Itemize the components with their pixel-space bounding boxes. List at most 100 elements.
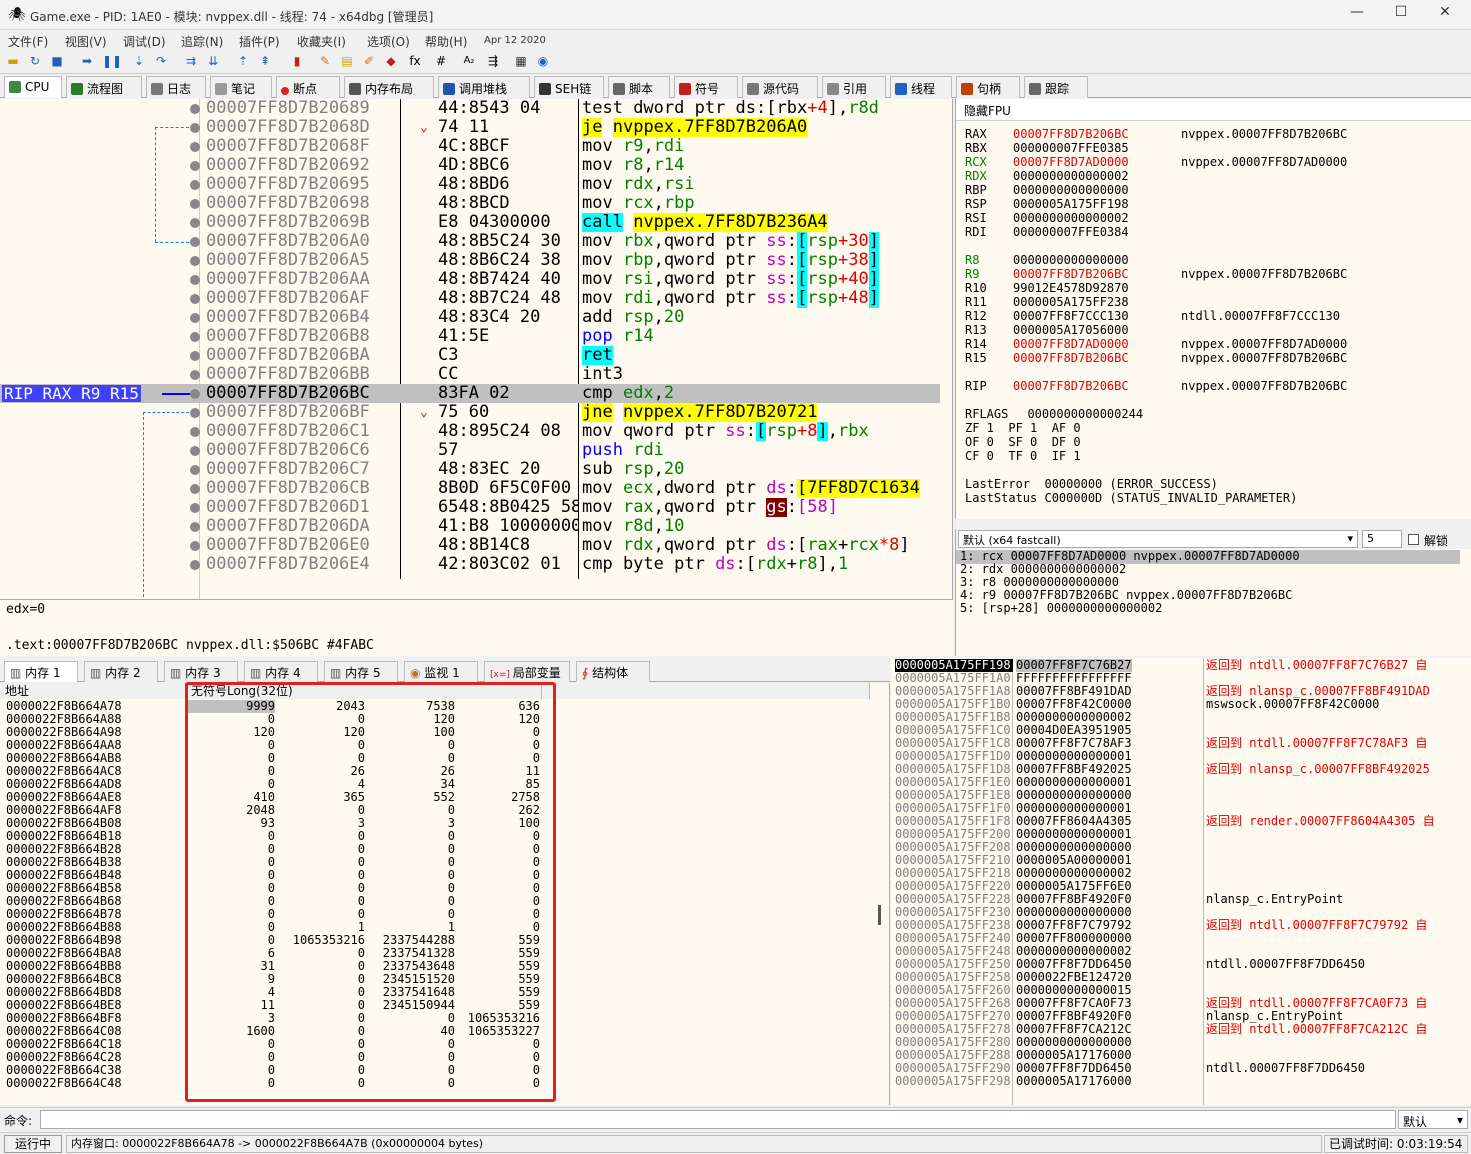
- register-value[interactable]: 99012E4578D92870: [1013, 281, 1129, 295]
- stack-row[interactable]: 0000005A175FF1F8 00007FF8604A4305 返回到 rend…: [891, 815, 1471, 828]
- breakpoint-dot[interactable]: [190, 560, 200, 570]
- breakpoint-dot[interactable]: [190, 237, 200, 247]
- minimize-button[interactable]: —: [1334, 4, 1380, 26]
- register-row[interactable]: RCX 00007FF8D7AD0000 nvppex.00007FF8D7AD00…: [965, 155, 1465, 169]
- disasm-row[interactable]: 00007FF8D7B206BA C3 ret: [0, 346, 952, 365]
- tab-cpu[interactable]: CPU: [4, 76, 62, 98]
- register-value[interactable]: 0000000000000244: [1013, 407, 1143, 421]
- execute-till-return-icon[interactable]: ⇊: [206, 54, 220, 68]
- tab-dump-1[interactable]: ▥ 内存 1: [4, 661, 78, 682]
- menu-favorites[interactable]: 收藏夹(I): [297, 33, 346, 50]
- tab-memory-map[interactable]: 内存布局: [344, 76, 434, 98]
- register-row[interactable]: [965, 239, 1465, 253]
- breakpoint-dot[interactable]: [190, 161, 200, 171]
- register-row[interactable]: RBP 0000000000000000: [965, 183, 1465, 197]
- hide-fpu-button[interactable]: 隐藏FPU: [956, 99, 1471, 121]
- tab-script[interactable]: 脚本: [608, 76, 670, 98]
- breakpoint-dot[interactable]: [190, 332, 200, 342]
- stack-row[interactable]: 0000005A175FF200 0000000000000001: [891, 828, 1471, 841]
- tab-source[interactable]: 源代码: [742, 76, 818, 98]
- stack-row[interactable]: 0000005A175FF268 00007FF8F7CA0F73 返回到 ntdl…: [891, 997, 1471, 1010]
- register-row[interactable]: RBX 000000007FFE0385: [965, 141, 1465, 155]
- flags-row[interactable]: CF 0 TF 0 IF 1: [965, 449, 1081, 463]
- breakpoint-dot[interactable]: [190, 465, 200, 475]
- disasm-row[interactable]: 00007FF8D7B20692 4D:8BC6 mov r8,r14: [0, 156, 952, 175]
- stack-row[interactable]: 0000005A175FF1D8 00007FF8BF492025 返回到 nlan…: [891, 763, 1471, 776]
- tab-trace[interactable]: 跟踪: [1024, 76, 1088, 98]
- disasm-row[interactable]: 00007FF8D7B206E4 42:803C02 01 cmp byte ptr…: [0, 555, 952, 574]
- stack-row[interactable]: 0000005A175FF220 0000005A175FF6E0: [891, 880, 1471, 893]
- register-value[interactable]: 00007FF8D7B206BC: [1013, 379, 1129, 393]
- tab-locals[interactable]: [x=] 局部变量: [484, 661, 570, 682]
- labels-icon[interactable]: ✐: [362, 54, 376, 68]
- stack-row[interactable]: 0000005A175FF280 0000000000000000: [891, 1036, 1471, 1049]
- pause-icon[interactable]: ❚❚: [102, 54, 122, 68]
- tab-struct[interactable]: ∮ 结构体: [576, 661, 650, 682]
- tab-dump-5[interactable]: ▥ 内存 5: [324, 661, 398, 682]
- breakpoint-dot[interactable]: [190, 503, 200, 513]
- breakpoint-dot[interactable]: [190, 104, 200, 114]
- register-value[interactable]: 00007FF8D7B206BC: [1013, 351, 1129, 365]
- unlock-checkbox[interactable]: [1408, 534, 1419, 545]
- register-row[interactable]: RDX 0000000000000002: [965, 169, 1465, 183]
- close-button[interactable]: ✕: [1422, 4, 1468, 26]
- register-value[interactable]: 000000007FFE0384: [1013, 225, 1129, 239]
- font-icon[interactable]: A₂: [462, 54, 476, 68]
- disasm-row[interactable]: 00007FF8D7B20698 48:8BCD mov rcx,rbp: [0, 194, 952, 213]
- register-value[interactable]: 000000007FFE0385: [1013, 141, 1129, 155]
- register-row[interactable]: R9 00007FF8D7B206BC nvppex.00007FF8D7B206B…: [965, 267, 1465, 281]
- run-icon[interactable]: ➡: [80, 54, 94, 68]
- register-value[interactable]: 0000000000000002: [1013, 211, 1129, 225]
- breakpoint-dot[interactable]: [190, 294, 200, 304]
- patch-icon[interactable]: ✎: [318, 54, 332, 68]
- tab-call-stack[interactable]: 调用堆栈: [438, 76, 530, 98]
- breakpoint-dot[interactable]: [190, 313, 200, 323]
- disassembly-view[interactable]: 00007FF8D7B20689 44:8543 04 test dword ptr…: [0, 99, 953, 599]
- register-row[interactable]: R12 00007FF8F7CCC130 ntdll.00007FF8F7CCC13…: [965, 309, 1465, 323]
- run-to-user-icon[interactable]: ⇉: [184, 54, 198, 68]
- register-row[interactable]: RAX 00007FF8D7B206BC nvppex.00007FF8D7B206…: [965, 127, 1465, 141]
- disasm-row[interactable]: 00007FF8D7B206BB CC int3: [0, 365, 952, 384]
- command-mode-select[interactable]: 默认 ▾: [1398, 1110, 1468, 1129]
- stack-row[interactable]: 0000005A175FF238 00007FF8F7C79792 返回到 ntdl…: [891, 919, 1471, 932]
- register-row[interactable]: R11 0000005A175FF238: [965, 295, 1465, 309]
- tab-log[interactable]: 日志: [146, 76, 206, 98]
- stack-row[interactable]: 0000005A175FF278 00007FF8F7CA212C 返回到 ntdl…: [891, 1023, 1471, 1036]
- breakpoint-dot[interactable]: [190, 275, 200, 285]
- trace-icon[interactable]: ▮: [290, 54, 304, 68]
- disasm-row[interactable]: 00007FF8D7B206A0 48:8B5C24 30 mov rbx,qwor…: [0, 232, 952, 251]
- register-value[interactable]: 0000000000000002: [1013, 169, 1129, 183]
- menu-plugins[interactable]: 插件(P): [239, 33, 280, 50]
- disasm-row[interactable]: 00007FF8D7B206AA 48:8B7424 40 mov rsi,qwor…: [0, 270, 952, 289]
- scrollbar-thumb[interactable]: [878, 905, 881, 925]
- stack-row[interactable]: 0000005A175FF290 00007FF8F7DD6450 ntdll.00…: [891, 1062, 1471, 1075]
- step-over-icon[interactable]: ↷: [154, 54, 168, 68]
- tab-threads[interactable]: 线程: [890, 76, 952, 98]
- stack-row[interactable]: 0000005A175FF1A8 00007FF8BF491DAD 返回到 nlan…: [891, 685, 1471, 698]
- calculator-icon[interactable]: ▦: [514, 54, 528, 68]
- menu-trace[interactable]: 追踪(N): [181, 33, 223, 50]
- disasm-row[interactable]: 00007FF8D7B206E0 48:8B14C8 mov rdx,qword p…: [0, 536, 952, 555]
- register-value[interactable]: 00007FF8D7AD0000: [1013, 155, 1129, 169]
- tab-breakpoints[interactable]: 断点: [276, 76, 340, 98]
- stack-row[interactable]: 0000005A175FF228 00007FF8BF4920F0 nlansp_c…: [891, 893, 1471, 906]
- flags-row[interactable]: ZF 1 PF 1 AF 0: [965, 421, 1081, 435]
- register-row[interactable]: RSP 0000005A175FF198: [965, 197, 1465, 211]
- register-row[interactable]: RDI 000000007FFE0384: [965, 225, 1465, 239]
- register-value[interactable]: 0000000000000000: [1013, 183, 1129, 197]
- register-row[interactable]: R10 99012E4578D92870: [965, 281, 1465, 295]
- breakpoint-dot[interactable]: [190, 408, 200, 418]
- register-row[interactable]: RSI 0000000000000002: [965, 211, 1465, 225]
- maximize-button[interactable]: ☐: [1378, 4, 1424, 26]
- strings-icon[interactable]: ⇶: [486, 54, 500, 68]
- menu-file[interactable]: 文件(F): [8, 33, 48, 50]
- comments-icon[interactable]: ▤: [340, 54, 354, 68]
- breakpoint-dot[interactable]: [190, 256, 200, 266]
- menu-options[interactable]: 选项(O): [367, 33, 410, 50]
- flags-row[interactable]: OF 0 SF 0 DF 0: [965, 435, 1081, 449]
- animate-icon[interactable]: ⇞: [258, 54, 272, 68]
- disasm-row[interactable]: 00007FF8D7B206AF 48:8B7C24 48 mov rdi,qwor…: [0, 289, 952, 308]
- stack-view[interactable]: 0000005A175FF198 00007FF8F7C76B27 返回到 ntdl…: [891, 658, 1471, 1105]
- tab-dump-2[interactable]: ▥ 内存 2: [84, 661, 158, 682]
- vertical-scrollbar[interactable]: [940, 99, 952, 599]
